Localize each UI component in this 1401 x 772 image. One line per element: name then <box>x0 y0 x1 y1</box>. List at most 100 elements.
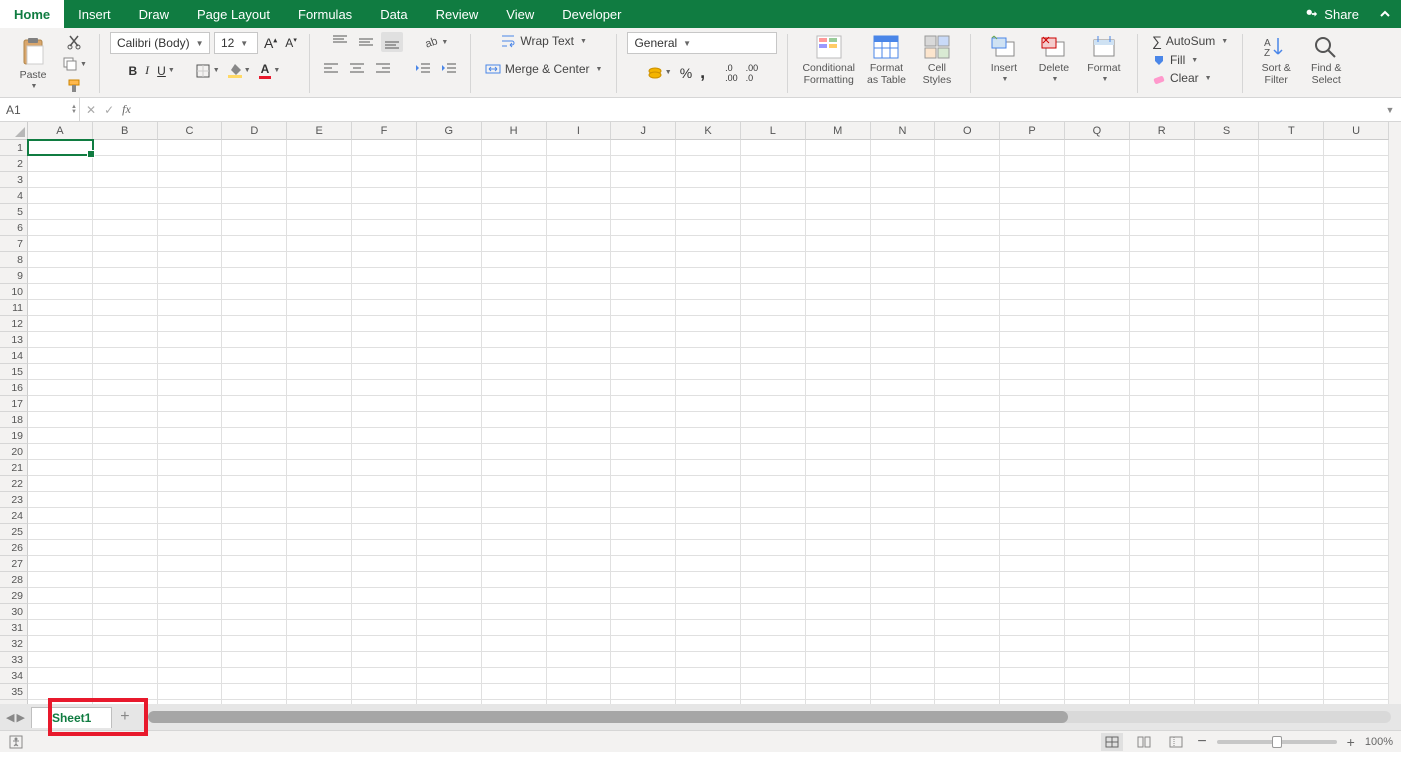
cell[interactable] <box>93 188 158 203</box>
cell[interactable] <box>547 668 612 683</box>
cell[interactable] <box>28 476 93 491</box>
cell[interactable] <box>1195 556 1260 571</box>
cell[interactable] <box>1000 364 1065 379</box>
cell[interactable] <box>158 236 223 251</box>
cell[interactable] <box>547 460 612 475</box>
zoom-slider[interactable] <box>1217 740 1337 744</box>
cell[interactable] <box>741 364 806 379</box>
cell[interactable] <box>806 636 871 651</box>
cell[interactable] <box>93 236 158 251</box>
row-header[interactable]: 1 <box>0 140 28 156</box>
cell[interactable] <box>1259 556 1324 571</box>
sheet-tab-1[interactable]: Sheet1 <box>31 707 112 728</box>
row-header[interactable]: 30 <box>0 604 28 620</box>
cell[interactable] <box>1065 412 1130 427</box>
copy-button[interactable]: ▼ <box>60 54 89 74</box>
row-header[interactable]: 2 <box>0 156 28 172</box>
cell[interactable] <box>871 572 936 587</box>
cell[interactable] <box>222 492 287 507</box>
cell[interactable] <box>1130 428 1195 443</box>
cell[interactable] <box>741 156 806 171</box>
cell[interactable] <box>741 428 806 443</box>
cell[interactable] <box>871 332 936 347</box>
row-header[interactable]: 7 <box>0 236 28 252</box>
cell[interactable] <box>1130 284 1195 299</box>
cell[interactable] <box>1065 588 1130 603</box>
cell[interactable] <box>1259 348 1324 363</box>
cell[interactable] <box>482 684 547 699</box>
cell[interactable] <box>417 412 482 427</box>
cell[interactable] <box>417 428 482 443</box>
cell[interactable] <box>741 220 806 235</box>
cell[interactable] <box>1000 684 1065 699</box>
zoom-value[interactable]: 100% <box>1365 736 1393 748</box>
cell[interactable] <box>93 396 158 411</box>
row-header[interactable]: 6 <box>0 220 28 236</box>
cell[interactable] <box>482 268 547 283</box>
cell[interactable] <box>222 348 287 363</box>
cell[interactable] <box>676 668 741 683</box>
cell[interactable] <box>935 620 1000 635</box>
cell[interactable] <box>741 268 806 283</box>
cell[interactable] <box>482 300 547 315</box>
cell[interactable] <box>935 428 1000 443</box>
cell[interactable] <box>1000 668 1065 683</box>
cell[interactable] <box>417 316 482 331</box>
accessibility-icon[interactable] <box>8 734 24 750</box>
cell[interactable] <box>611 444 676 459</box>
cell[interactable] <box>1259 460 1324 475</box>
view-page-break-button[interactable] <box>1165 733 1187 751</box>
cell[interactable] <box>417 620 482 635</box>
cell[interactable] <box>1000 380 1065 395</box>
cell[interactable] <box>93 604 158 619</box>
cell[interactable] <box>158 364 223 379</box>
cell[interactable] <box>611 620 676 635</box>
cell[interactable] <box>1000 396 1065 411</box>
cell[interactable] <box>417 300 482 315</box>
font-name-select[interactable]: Calibri (Body)▼ <box>110 32 210 54</box>
row-header[interactable]: 17 <box>0 396 28 412</box>
cell[interactable] <box>1195 668 1260 683</box>
column-header[interactable]: N <box>871 122 936 140</box>
cell[interactable] <box>676 140 741 155</box>
cell[interactable] <box>417 236 482 251</box>
collapse-ribbon-button[interactable] <box>1369 0 1401 28</box>
cell[interactable] <box>741 588 806 603</box>
cell[interactable] <box>676 460 741 475</box>
cell[interactable] <box>1324 300 1389 315</box>
cell[interactable] <box>1195 620 1260 635</box>
cell[interactable] <box>806 428 871 443</box>
cell[interactable] <box>352 428 417 443</box>
cell[interactable] <box>1195 572 1260 587</box>
cell[interactable] <box>352 364 417 379</box>
column-header[interactable]: K <box>676 122 741 140</box>
wrap-text-button[interactable]: Wrap Text▼ <box>496 32 591 50</box>
cell[interactable] <box>352 524 417 539</box>
cell[interactable] <box>611 540 676 555</box>
cell[interactable] <box>1065 188 1130 203</box>
cell[interactable] <box>482 604 547 619</box>
align-top-button[interactable] <box>329 32 351 52</box>
borders-button[interactable]: ▼ <box>193 61 222 81</box>
cell[interactable] <box>871 540 936 555</box>
cell[interactable] <box>1195 604 1260 619</box>
cell[interactable] <box>222 236 287 251</box>
cell[interactable] <box>28 572 93 587</box>
cell[interactable] <box>1195 380 1260 395</box>
cell[interactable] <box>806 396 871 411</box>
cell[interactable] <box>352 588 417 603</box>
row-header[interactable]: 9 <box>0 268 28 284</box>
cell[interactable] <box>1195 524 1260 539</box>
cell[interactable] <box>417 540 482 555</box>
column-header[interactable]: Q <box>1065 122 1130 140</box>
cell[interactable] <box>1259 156 1324 171</box>
cell[interactable] <box>1130 172 1195 187</box>
cell[interactable] <box>222 396 287 411</box>
cell[interactable] <box>1065 556 1130 571</box>
cell[interactable] <box>547 556 612 571</box>
cell[interactable] <box>611 316 676 331</box>
cell[interactable] <box>1000 652 1065 667</box>
cell[interactable] <box>482 428 547 443</box>
cell[interactable] <box>93 524 158 539</box>
cell[interactable] <box>1324 636 1389 651</box>
